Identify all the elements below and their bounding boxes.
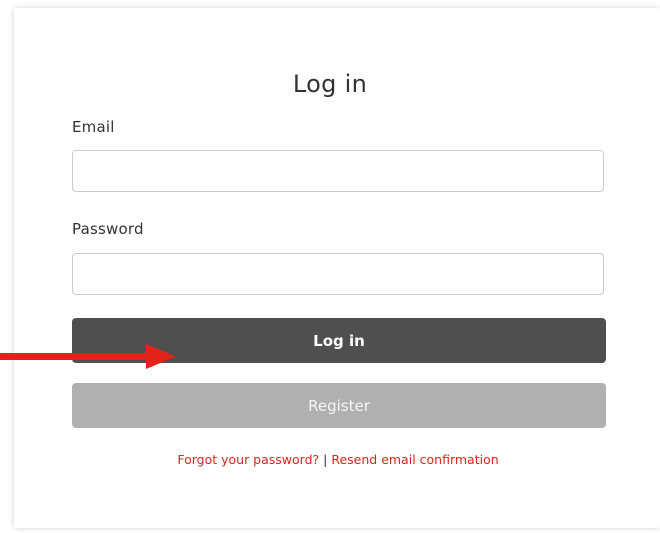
password-label: Password: [72, 220, 144, 238]
red-arrow-icon: [0, 344, 176, 369]
email-label: Email: [72, 118, 115, 136]
password-field[interactable]: [72, 253, 604, 295]
page-title: Log in: [292, 70, 368, 98]
forgot-password-link[interactable]: Forgot your password?: [177, 452, 319, 467]
resend-confirmation-link[interactable]: Resend email confirmation: [331, 452, 498, 467]
email-field[interactable]: [72, 150, 604, 192]
account-links: Forgot your password? | Resend email con…: [0, 452, 660, 467]
register-button[interactable]: Register: [72, 383, 606, 428]
link-separator: |: [323, 452, 328, 467]
